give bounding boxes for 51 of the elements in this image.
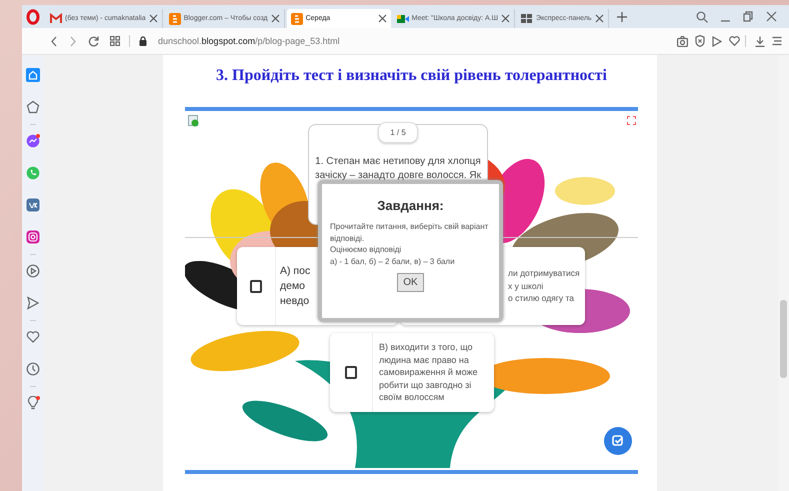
shield-icon[interactable] — [695, 35, 705, 47]
camera-icon[interactable] — [677, 36, 688, 46]
camera-logo-icon[interactable] — [26, 230, 40, 244]
play-icon[interactable] — [712, 36, 722, 46]
page-heading: 3. Пройдіть тест і визначіть свій рівень толерантності — [215, 67, 608, 85]
heart-icon[interactable] — [26, 330, 40, 344]
lightbulb-icon[interactable] — [26, 396, 40, 410]
close-icon[interactable] — [501, 14, 510, 23]
answer-option[interactable]: В) виходити з того, що людина має право на самовираження й може робити що завгодно зі своїм волоссям — [330, 333, 494, 412]
option-text: А) пос демо невдо — [279, 264, 310, 308]
question-text: 1. Степан має нетипову для хлопця зачіску – занадто довге волосся. Як — [315, 155, 481, 183]
close-icon[interactable] — [148, 14, 158, 23]
blog-icon — [168, 12, 181, 24]
check-button-icon[interactable] — [604, 427, 632, 455]
dialog-title: Завдання: — [377, 198, 444, 213]
video-camera-icon — [396, 12, 409, 24]
checkbox[interactable] — [250, 280, 262, 292]
restore-icon[interactable] — [743, 11, 754, 22]
back-icon[interactable] — [50, 36, 58, 46]
clock-icon[interactable] — [26, 362, 40, 376]
grid-icon — [521, 12, 534, 24]
heart-icon[interactable] — [729, 36, 740, 46]
ring-logo-icon[interactable] — [26, 8, 40, 24]
close-icon[interactable] — [766, 11, 777, 22]
ok-button[interactable]: OK — [397, 273, 424, 292]
pentagon-icon[interactable] — [26, 100, 40, 114]
search-icon[interactable] — [696, 10, 708, 22]
reload-icon[interactable] — [88, 36, 99, 46]
square-logo-icon[interactable] — [26, 198, 40, 212]
question-counter: 1 / 5 — [378, 122, 418, 143]
url-field[interactable]: dunschool.blogspot.com/p/blog-page_53.html — [158, 36, 340, 46]
option-text: В) виходити з того, що людина має право на самовираження й може робити що завгодно зі своїм волоссям — [378, 341, 478, 404]
close-icon[interactable] — [378, 14, 387, 23]
new-tab-icon[interactable] — [616, 12, 627, 22]
blog-icon — [290, 12, 303, 24]
send-icon[interactable] — [26, 296, 40, 310]
play-circle-icon[interactable] — [26, 264, 40, 278]
close-icon[interactable] — [594, 14, 604, 23]
option-text: ли дотримуватися х у школі о стилю одягу та — [508, 267, 580, 305]
close-icon[interactable] — [270, 14, 280, 23]
help-icon[interactable] — [188, 115, 200, 127]
home-icon[interactable] — [26, 68, 40, 82]
chat-bubble-icon[interactable] — [26, 134, 40, 148]
fullscreen-icon[interactable] — [627, 116, 636, 125]
scrollbar-thumb[interactable] — [780, 300, 787, 378]
download-icon[interactable] — [755, 36, 765, 46]
checkbox[interactable] — [345, 366, 357, 379]
lock-icon — [139, 36, 147, 46]
grid-icon[interactable] — [110, 36, 120, 46]
menu-icon[interactable] — [772, 36, 782, 46]
mail-icon — [50, 12, 62, 24]
